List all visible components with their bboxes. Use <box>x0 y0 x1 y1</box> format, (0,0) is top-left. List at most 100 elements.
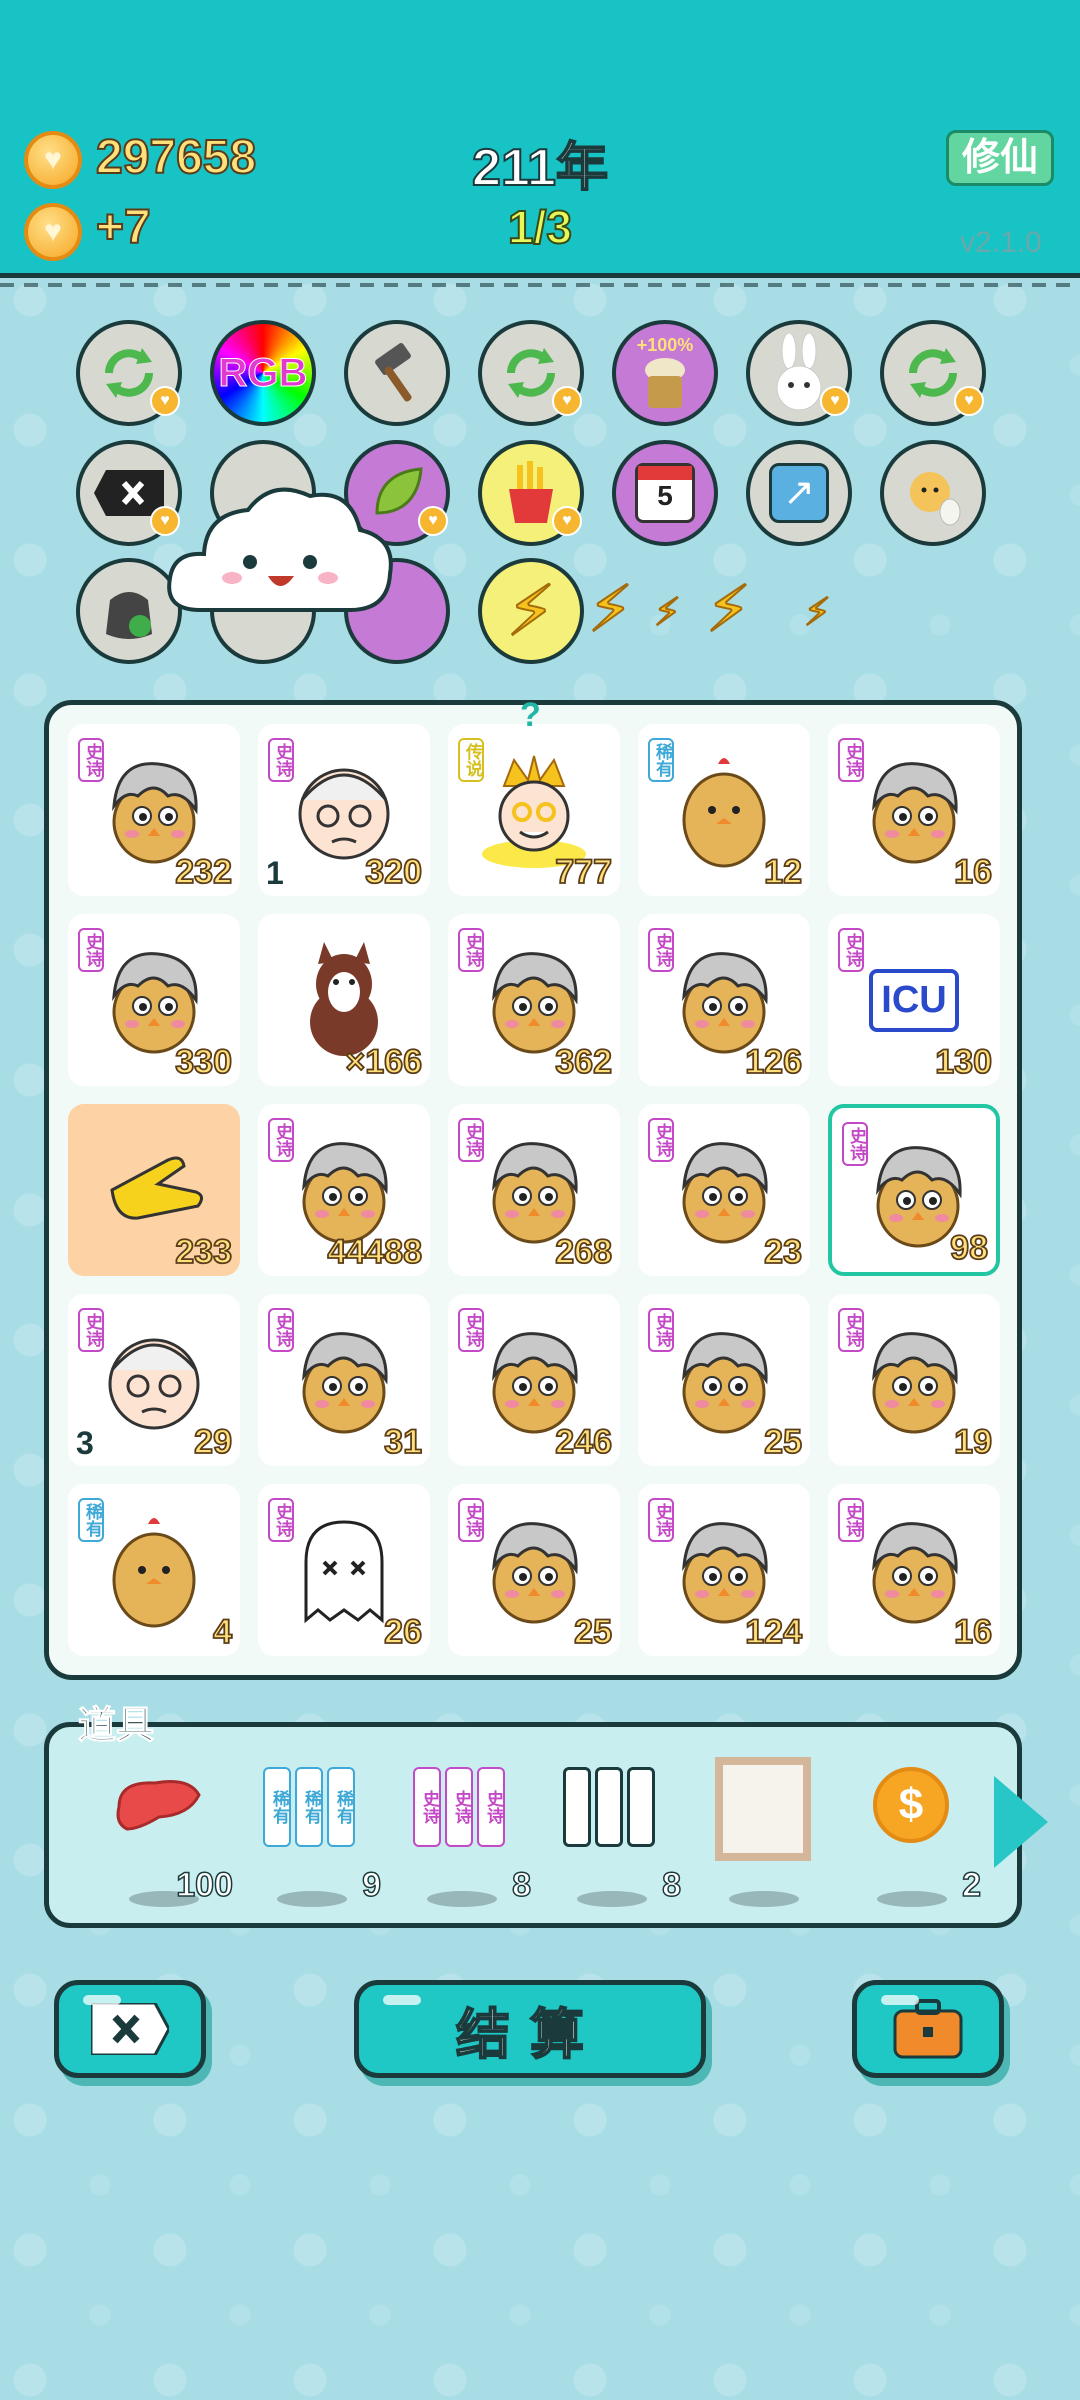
rarity-tag: 史诗 <box>838 1498 864 1542</box>
cultivate-button[interactable]: 修仙 <box>946 130 1054 186</box>
gray-hair-chick-icon <box>112 952 198 1054</box>
rarity-tag: 史诗 <box>648 1118 674 1162</box>
chick-egg-ability-button[interactable] <box>880 440 986 546</box>
refresh-ability-button[interactable]: ♥ <box>76 320 182 426</box>
item-blank-cards[interactable]: 8 <box>557 1767 682 1907</box>
board-cell[interactable]: 稀有 12 <box>638 724 810 896</box>
cell-count: 19 <box>953 1422 993 1462</box>
gray-hair-chick-icon <box>112 762 198 864</box>
rarity-tag: 传说 <box>458 738 484 782</box>
rarity-tag: 史诗 <box>648 1498 674 1542</box>
board-cell[interactable]: 史诗 362 <box>448 914 620 1086</box>
upgrade-heart-icon: ♥ <box>418 506 448 536</box>
board-cell[interactable]: 233 <box>68 1104 240 1276</box>
refresh-ability-button-2[interactable]: ♥ <box>478 320 584 426</box>
arrow-ability-button[interactable]: ↗ <box>746 440 852 546</box>
cell-level: 1 <box>266 855 284 891</box>
cell-count: 98 <box>949 1228 989 1268</box>
board-cell[interactable]: 传说? 777 <box>448 696 620 896</box>
board-cell[interactable]: 稀有 4 <box>68 1484 240 1656</box>
rarity-tag: 史诗 <box>648 928 674 972</box>
item-epic-cards[interactable]: 史诗 史诗 史诗 8 <box>407 1767 532 1907</box>
board-cell[interactable]: 史诗 16 <box>828 1484 1000 1656</box>
board-cell[interactable]: 史诗 26 <box>258 1484 430 1656</box>
board-cell[interactable]: 史诗 330 <box>68 914 240 1086</box>
rarity-tag: 史诗 <box>78 1308 104 1352</box>
board-cell[interactable]: 史诗 44488 <box>258 1104 430 1276</box>
item-count: 8 <box>511 1865 531 1905</box>
board-cell[interactable]: 史诗 25 <box>638 1294 810 1466</box>
board-cell[interactable]: 史诗 19 <box>828 1294 1000 1466</box>
fries-icon <box>509 461 553 523</box>
board-cell[interactable]: 史诗 232 <box>68 724 240 896</box>
epic-cards-icon: 史诗 史诗 史诗 <box>413 1767 517 1847</box>
gray-hair-chick-icon <box>302 1332 388 1434</box>
board-cell[interactable]: 史诗 124 <box>638 1484 810 1656</box>
cell-count: 26 <box>383 1612 423 1652</box>
item-frame[interactable] <box>709 1757 819 1907</box>
board-cell[interactable]: 史诗 98 <box>828 1104 1000 1276</box>
inventory-button[interactable] <box>852 1980 1004 2078</box>
discard-button[interactable] <box>54 1980 206 2078</box>
board-cell[interactable]: 史诗 23 <box>638 1104 810 1276</box>
rgb-ability-button[interactable]: RGB <box>210 320 316 426</box>
pointing-hand-icon <box>110 1156 203 1220</box>
rgb-label: RGB <box>218 350 308 395</box>
income-value: +7 <box>95 200 152 255</box>
rarity-tag: 史诗 <box>268 738 294 782</box>
fries-ability-button[interactable]: ♥ <box>478 440 584 546</box>
gray-hair-chick-icon <box>492 1142 578 1244</box>
husky-dog-icon <box>310 942 378 1056</box>
board-cell[interactable]: 史诗 25 <box>448 1484 620 1656</box>
hammer-icon <box>375 343 412 402</box>
board-cell[interactable]: 史诗 16 <box>828 724 1000 896</box>
board-cell[interactable]: 史诗 3 29 <box>68 1294 240 1466</box>
cell-level: 3 <box>76 1425 94 1461</box>
cell-count: 320 <box>364 852 423 892</box>
gray-hair-chick-icon <box>682 1522 768 1624</box>
jar-ability-button[interactable]: +100% <box>612 320 718 426</box>
top-bar: ♥ 297658 ♥ +7 211年 1/3 修仙 v2.1.0 <box>0 0 1080 278</box>
rarity-tag: 史诗 <box>458 928 484 972</box>
cell-count: 29 <box>193 1422 233 1462</box>
board-cell[interactable]: ICU 史诗 130 <box>828 914 1000 1086</box>
item-liver[interactable]: 100 <box>109 1767 234 1907</box>
item-count: 9 <box>361 1865 381 1905</box>
item-count: 8 <box>661 1865 681 1905</box>
jar-icon <box>645 357 685 408</box>
board-cell[interactable]: 史诗 246 <box>448 1294 620 1466</box>
items-title: 道具 <box>77 1705 155 1748</box>
calendar-ability-button[interactable]: 5 <box>612 440 718 546</box>
header-divider <box>0 283 1080 287</box>
year-display: 211年 <box>471 138 609 198</box>
upgrade-heart-icon: ♥ <box>954 386 984 416</box>
board-cell[interactable]: 史诗 268 <box>448 1104 620 1276</box>
rarity-tag: 史诗 <box>838 1308 864 1352</box>
cell-count: 124 <box>744 1612 803 1652</box>
dollar-coin-icon: $ <box>873 1767 949 1843</box>
cell-count: 268 <box>554 1232 613 1272</box>
board-cell[interactable]: 史诗 126 <box>638 914 810 1086</box>
settle-button[interactable]: 结算 <box>354 1980 706 2078</box>
item-count: 100 <box>176 1865 234 1905</box>
gray-hair-chick-icon <box>682 1332 768 1434</box>
refresh-ability-button-3[interactable]: ♥ <box>880 320 986 426</box>
item-coin[interactable]: $ 2 <box>857 1767 982 1907</box>
rarity-tag: 史诗 <box>458 1498 484 1542</box>
gray-hair-chick-icon <box>492 1522 578 1624</box>
board-cell[interactable]: 史诗 1 320 <box>258 724 430 896</box>
cell-count: 16 <box>953 852 993 892</box>
cell-count: 4 <box>212 1612 233 1652</box>
board-cell[interactable]: ×166 <box>258 914 430 1086</box>
next-page-arrow-icon[interactable] <box>994 1776 1048 1868</box>
hammer-ability-button[interactable] <box>344 320 450 426</box>
gray-hair-chick-icon <box>872 762 958 864</box>
coin-icon: ♥ <box>24 131 82 189</box>
question-mark-icon: ? <box>520 696 541 734</box>
board-cell[interactable]: 史诗 31 <box>258 1294 430 1466</box>
gray-hair-chick-icon <box>872 1522 958 1624</box>
lightning-ability-button[interactable]: ⚡ <box>478 558 584 664</box>
item-rare-cards[interactable]: 稀有 稀有 稀有 9 <box>257 1767 382 1907</box>
rabbit-ability-button[interactable]: ♥ <box>746 320 852 426</box>
rarity-tag: 史诗 <box>838 738 864 782</box>
